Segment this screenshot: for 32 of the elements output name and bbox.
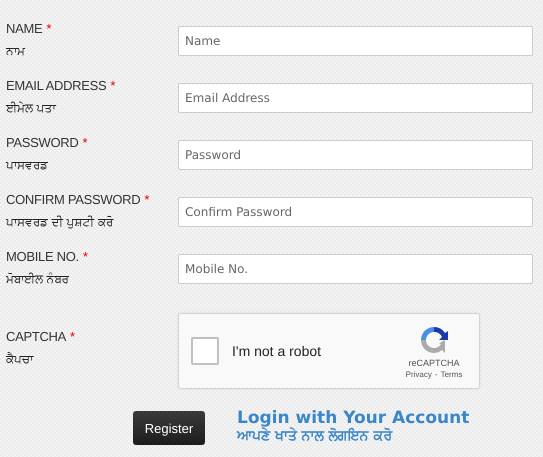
input-field[interactable]: Name	[178, 26, 533, 56]
input-field[interactable]: Confirm Password	[178, 197, 533, 227]
required-mark: *	[110, 78, 116, 93]
field-label: EMAIL ADDRESS	[6, 78, 106, 93]
required-mark: *	[46, 21, 52, 36]
field-label: MOBILE NO.	[6, 249, 79, 264]
input-field[interactable]: Email Address	[178, 83, 533, 113]
field-label: CONFIRM PASSWORD	[6, 192, 140, 207]
field-label: NAME	[6, 21, 42, 36]
required-mark: *	[82, 249, 88, 264]
required-mark: *	[144, 192, 150, 207]
checkbox-label: I'm not a robot	[232, 343, 322, 359]
field-label-punjabi: ਕੈਪਚਾ	[6, 350, 35, 366]
field-label-punjabi: ਮੋਬਾਈਲ ਨੰਬਰ	[6, 271, 70, 287]
field-label: CAPTCHA	[6, 328, 66, 344]
separator: -	[434, 370, 438, 378]
checkbox[interactable]	[191, 337, 219, 365]
register-button[interactable]: Register	[133, 411, 205, 445]
required-mark: *	[82, 135, 88, 150]
input-field[interactable]: Password	[178, 140, 533, 170]
field-label-punjabi: ਨਾਮ	[6, 43, 26, 59]
terms-link[interactable]: Terms	[440, 370, 462, 378]
field-label-punjabi: ਪਾਸਵਰਡ ਦੀ ਪੁਸ਼ਟੀ ਕਰੋ	[6, 214, 115, 230]
login-link[interactable]: Login with Your Account	[237, 409, 470, 428]
input-field[interactable]: Mobile No.	[178, 254, 533, 284]
field-label-punjabi: ਈਮੇਲ ਪਤਾ	[6, 100, 58, 116]
login-link-punjabi[interactable]: ਆਪਣੇ ਖਾਤੇ ਨਾਲ ਲੋਗਇਨ ਕਰੋ	[237, 428, 470, 444]
required-mark: *	[70, 328, 75, 344]
brand-label: reCAPTCHA	[408, 358, 460, 368]
field-label: PASSWORD	[6, 135, 78, 150]
privacy-link[interactable]: Privacy	[406, 370, 432, 378]
field-label-punjabi: ਪਾਸਵਰਡ	[6, 157, 49, 173]
